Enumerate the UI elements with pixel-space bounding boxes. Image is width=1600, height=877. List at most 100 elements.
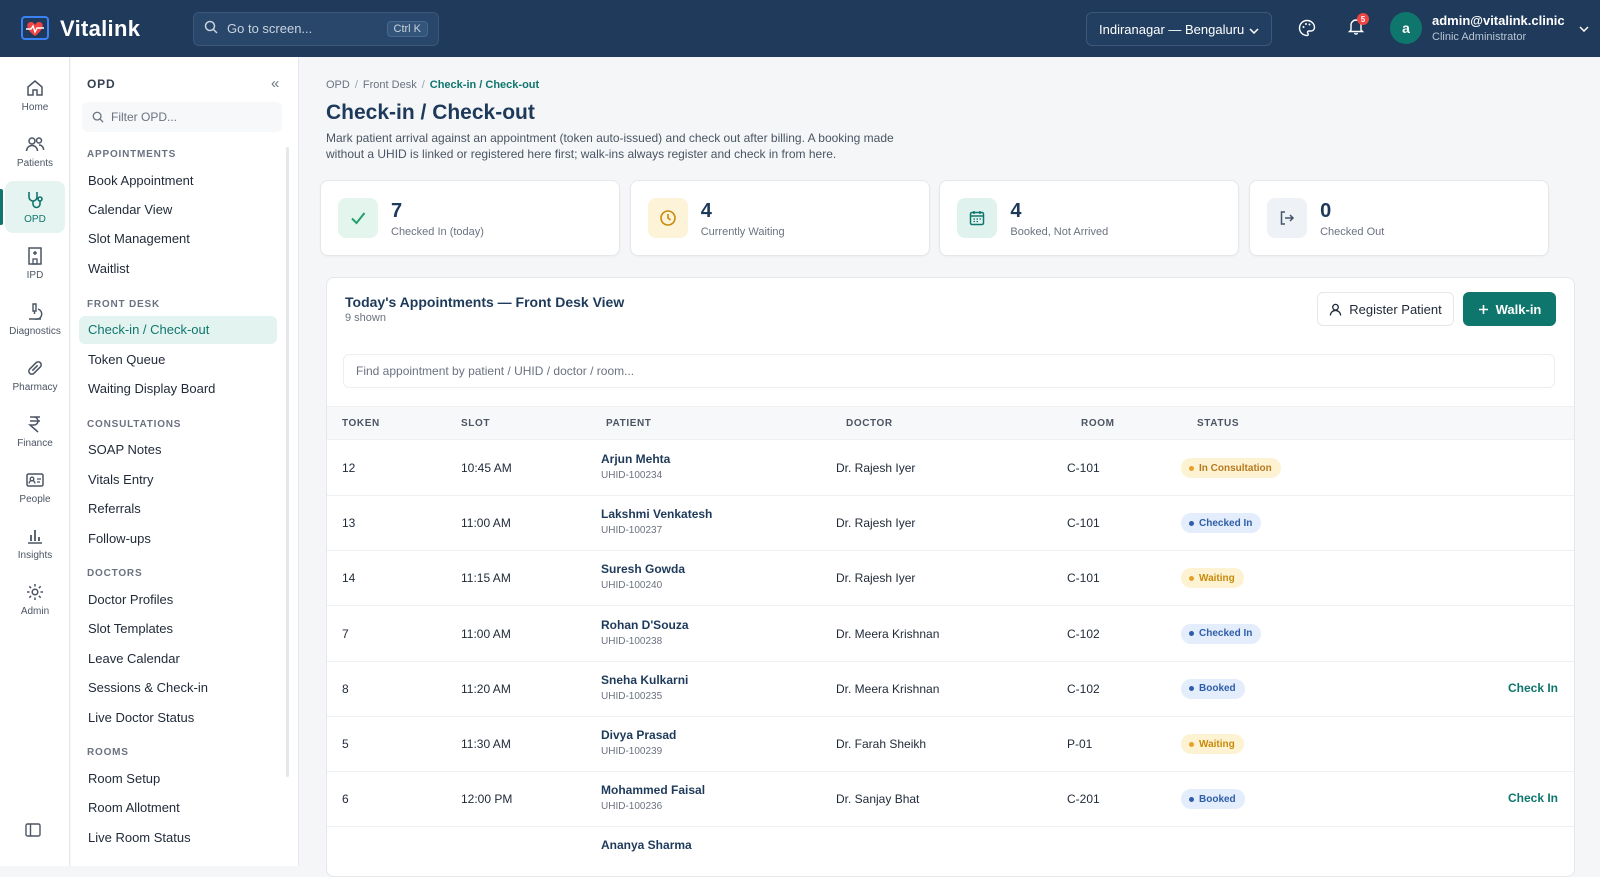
table-row[interactable]: 14 11:15 AM Suresh Gowda UHID-100240 Dr. Raj…	[327, 550, 1574, 607]
patient-name[interactable]: Arjun Mehta	[601, 452, 670, 466]
rail-item-ipd[interactable]: IPD	[5, 237, 65, 289]
sidebar-item-check-in-check-out[interactable]: Check-in / Check-out	[79, 315, 277, 344]
patient-name[interactable]: Ananya Sharma	[601, 838, 692, 852]
patient-name[interactable]: Sneha Kulkarni	[601, 673, 688, 687]
room-cell: C-101	[1067, 571, 1100, 586]
col-slot: SLOT	[461, 418, 491, 429]
appointment-search-input[interactable]: Find appointment by patient / UHID / doc…	[343, 354, 1555, 388]
shortcut-hint: Ctrl K	[386, 20, 428, 37]
user-menu[interactable]: a admin@vitalink.clinic Clinic Administr…	[1390, 12, 1589, 44]
breadcrumb-item[interactable]: OPD	[326, 79, 350, 91]
table-row[interactable]: 8 11:20 AM Sneha Kulkarni UHID-100235 Dr. Me…	[327, 661, 1574, 717]
token-cell: 7	[342, 626, 349, 641]
walk-in-button[interactable]: Walk-in	[1463, 292, 1556, 326]
sidebar-item-sessions-check-in[interactable]: Sessions & Check-in	[79, 674, 277, 702]
panel-icon[interactable]	[25, 823, 41, 842]
sidebar-item-doctor-profiles[interactable]: Doctor Profiles	[79, 585, 277, 613]
check-in-button[interactable]: Check In	[1508, 681, 1558, 695]
filter-opd-input[interactable]: Filter OPD...	[82, 102, 282, 132]
clock-icon	[647, 198, 688, 238]
sidebar-item-book-appointment[interactable]: Book Appointment	[79, 166, 277, 194]
rail-item-home[interactable]: Home	[5, 69, 65, 121]
table-row[interactable]: 6 12:00 PM Mohammed Faisal UHID-100236 Dr. S…	[327, 771, 1574, 828]
walk-in-label: Walk-in	[1495, 301, 1542, 317]
check-in-button[interactable]: Check In	[1508, 791, 1558, 805]
rail-item-diagnostics[interactable]: Diagnostics	[5, 293, 65, 345]
home-icon	[27, 79, 43, 96]
status-dot	[1189, 520, 1194, 526]
currently-waiting-stat: 4 Currently Waiting	[629, 180, 930, 256]
location-label: Indiranagar — Bengaluru	[1099, 21, 1245, 37]
patient-name[interactable]: Suresh Gowda	[601, 562, 685, 576]
table-row[interactable]: Ananya Sharma	[327, 826, 1574, 876]
patient-name[interactable]: Lakshmi Venkatesh	[601, 507, 712, 521]
sidebar-item-calendar-view[interactable]: Calendar View	[79, 195, 277, 223]
sidebar-item-live-doctor-status[interactable]: Live Doctor Status	[79, 703, 277, 731]
table-row[interactable]: 12 10:45 AM Arjun Mehta UHID-100234 Dr. Raje…	[327, 440, 1574, 496]
sidebar-item-soap-notes[interactable]: SOAP Notes	[79, 436, 277, 464]
palette-icon[interactable]	[1295, 16, 1319, 40]
breadcrumb-item[interactable]: Front Desk	[363, 79, 417, 91]
go-to-screen-search[interactable]: Go to screen... Ctrl K	[193, 11, 439, 46]
status-dot	[1189, 796, 1194, 802]
sidebar-item-live-room-status[interactable]: Live Room Status	[79, 823, 277, 851]
pill-icon	[28, 360, 42, 375]
sidebar-item-leave-calendar[interactable]: Leave Calendar	[79, 644, 277, 672]
patient-name[interactable]: Rohan D'Souza	[601, 618, 689, 632]
status-dot	[1189, 741, 1194, 747]
status-text: Booked	[1199, 683, 1236, 695]
status-badge: Checked In	[1181, 623, 1262, 644]
patient-uhid: UHID-100240	[601, 580, 663, 592]
rail-label: Home	[21, 101, 49, 113]
notifications-button[interactable]: 5	[1344, 13, 1369, 40]
room-cell: C-102	[1067, 681, 1100, 696]
rail-label: Insights	[17, 549, 53, 561]
slot-cell: 10:45 AM	[461, 461, 512, 475]
sidebar-item-slot-templates[interactable]: Slot Templates	[79, 615, 277, 643]
rail-item-opd[interactable]: OPD	[0, 181, 65, 233]
status-dot	[1189, 686, 1194, 692]
location-select[interactable]: Indiranagar — Bengaluru	[1086, 12, 1272, 46]
breadcrumb: OPD / Front Desk / Check-in / Check-out	[326, 79, 540, 91]
sidebar-item-vitals-entry[interactable]: Vitals Entry	[79, 465, 277, 493]
rail-item-admin[interactable]: Admin	[5, 573, 65, 625]
sidebar-item-token-queue[interactable]: Token Queue	[79, 345, 277, 373]
table-row[interactable]: 13 11:00 AM Lakshmi Venkatesh UHID-100237 Dr…	[327, 495, 1574, 552]
patient-name[interactable]: Mohammed Faisal	[601, 783, 705, 797]
room-cell: C-102	[1067, 626, 1100, 641]
status-text: In Consultation	[1199, 462, 1272, 474]
doctor-cell: Dr. Sanjay Bhat	[836, 792, 920, 807]
brand[interactable]: Vitalink	[20, 14, 170, 44]
table-row[interactable]: 5 11:30 AM Divya Prasad UHID-100239 Dr. Fara…	[327, 716, 1574, 772]
sidebar-item-follow-ups[interactable]: Follow-ups	[79, 524, 277, 552]
avatar: a	[1390, 12, 1422, 44]
sidebar-item-waitlist[interactable]: Waitlist	[79, 254, 277, 282]
rail-item-finance[interactable]: Finance	[5, 405, 65, 457]
rail-item-pharmacy[interactable]: Pharmacy	[5, 349, 65, 401]
sidebar-item-waiting-display-board[interactable]: Waiting Display Board	[79, 374, 277, 402]
breadcrumb-current: Check-in / Check-out	[429, 79, 540, 91]
rail-item-patients[interactable]: Patients	[5, 125, 65, 177]
sidebar-item-room-setup[interactable]: Room Setup	[79, 764, 277, 792]
slot-cell: 11:30 AM	[461, 737, 511, 751]
rail-item-people[interactable]: People	[5, 461, 65, 513]
rail-item-insights[interactable]: Insights	[5, 517, 65, 569]
table-row[interactable]: 7 11:00 AM Rohan D'Souza UHID-100238 Dr. Mee…	[327, 606, 1574, 662]
sidebar-item-referrals[interactable]: Referrals	[79, 495, 277, 523]
rail-label: Patients	[16, 157, 54, 169]
stat-label: Booked, Not Arrived	[1010, 226, 1109, 238]
status-dot	[1189, 575, 1194, 581]
sidebar-section-title: APPOINTMENTS	[87, 149, 177, 160]
stat-label: Checked Out	[1320, 226, 1385, 238]
room-cell: C-101	[1067, 461, 1100, 475]
status-badge: Checked In	[1181, 513, 1262, 534]
panel-subtitle: 9 shown	[345, 312, 386, 324]
rail-label: People	[19, 493, 51, 505]
sidebar-item-room-allotment[interactable]: Room Allotment	[79, 794, 277, 822]
sidebar-item-slot-management[interactable]: Slot Management	[79, 225, 277, 253]
sidebar-scrollbar[interactable]	[286, 147, 289, 777]
double-chevron-left-icon[interactable]: «	[271, 75, 279, 92]
checked-in-stat: 7 Checked In (today)	[320, 180, 620, 256]
register-patient-button[interactable]: Register Patient	[1317, 292, 1454, 326]
patient-name[interactable]: Divya Prasad	[601, 728, 676, 742]
